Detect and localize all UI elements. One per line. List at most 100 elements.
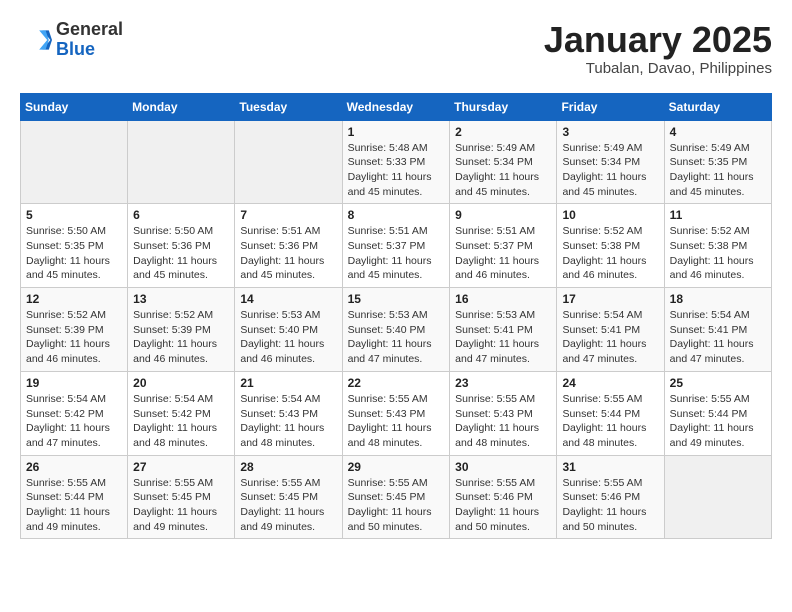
day-number: 8 <box>348 208 445 222</box>
calendar-cell <box>128 120 235 204</box>
calendar-cell: 1Sunrise: 5:48 AMSunset: 5:33 PMDaylight… <box>342 120 450 204</box>
day-number: 23 <box>455 376 551 390</box>
month-title: January 2025 <box>544 20 772 60</box>
day-number: 4 <box>670 125 766 139</box>
calendar-cell: 19 Sunrise: 5:54 AMSunset: 5:42 PMDayligh… <box>21 371 128 455</box>
calendar-cell: 7 Sunrise: 5:51 AMSunset: 5:36 PMDaylight… <box>235 204 342 288</box>
day-info: Sunrise: 5:55 AMSunset: 5:44 PMDaylight:… <box>26 476 122 535</box>
day-info: Sunrise: 5:51 AMSunset: 5:37 PMDaylight:… <box>455 224 551 283</box>
calendar-cell: 21 Sunrise: 5:54 AMSunset: 5:43 PMDayligh… <box>235 371 342 455</box>
day-info: Sunrise: 5:50 AMSunset: 5:35 PMDaylight:… <box>26 224 122 283</box>
calendar-cell <box>664 455 771 539</box>
day-number: 14 <box>240 292 336 306</box>
calendar-cell: 30 Sunrise: 5:55 AMSunset: 5:46 PMDayligh… <box>450 455 557 539</box>
weekday-header-monday: Monday <box>128 93 235 120</box>
week-row-2: 12 Sunrise: 5:52 AMSunset: 5:39 PMDayligh… <box>21 288 772 372</box>
calendar-cell: 23 Sunrise: 5:55 AMSunset: 5:43 PMDayligh… <box>450 371 557 455</box>
day-number: 10 <box>562 208 658 222</box>
day-number: 28 <box>240 460 336 474</box>
logo: General Blue <box>20 20 123 60</box>
calendar-cell: 25Sunrise: 5:55 AMSunset: 5:44 PMDayligh… <box>664 371 771 455</box>
day-number: 5 <box>26 208 122 222</box>
day-info: Sunrise: 5:55 AMSunset: 5:45 PMDaylight:… <box>348 476 445 535</box>
day-number: 20 <box>133 376 229 390</box>
day-number: 18 <box>670 292 766 306</box>
day-info: Sunrise: 5:55 AMSunset: 5:43 PMDaylight:… <box>348 392 445 451</box>
calendar-cell: 12 Sunrise: 5:52 AMSunset: 5:39 PMDayligh… <box>21 288 128 372</box>
calendar-cell: 17 Sunrise: 5:54 AMSunset: 5:41 PMDayligh… <box>557 288 664 372</box>
calendar-cell: 26 Sunrise: 5:55 AMSunset: 5:44 PMDayligh… <box>21 455 128 539</box>
day-info: Sunrise: 5:52 AMSunset: 5:38 PMDaylight:… <box>670 224 766 283</box>
day-info: Sunrise: 5:53 AMSunset: 5:41 PMDaylight:… <box>455 308 551 367</box>
day-info: Sunrise: 5:52 AMSunset: 5:39 PMDaylight:… <box>133 308 229 367</box>
day-info: Sunrise: 5:51 AMSunset: 5:36 PMDaylight:… <box>240 224 336 283</box>
day-info: Sunrise: 5:53 AMSunset: 5:40 PMDaylight:… <box>348 308 445 367</box>
day-info: Sunrise: 5:54 AMSunset: 5:43 PMDaylight:… <box>240 392 336 451</box>
weekday-row: SundayMondayTuesdayWednesdayThursdayFrid… <box>21 93 772 120</box>
calendar-cell: 15 Sunrise: 5:53 AMSunset: 5:40 PMDayligh… <box>342 288 450 372</box>
day-number: 31 <box>562 460 658 474</box>
location: Tubalan, Davao, Philippines <box>544 60 772 77</box>
day-number: 29 <box>348 460 445 474</box>
calendar-cell: 31 Sunrise: 5:55 AMSunset: 5:46 PMDayligh… <box>557 455 664 539</box>
weekday-header-wednesday: Wednesday <box>342 93 450 120</box>
day-info: Sunrise: 5:50 AMSunset: 5:36 PMDaylight:… <box>133 224 229 283</box>
day-info: Sunrise: 5:52 AMSunset: 5:39 PMDaylight:… <box>26 308 122 367</box>
day-number: 26 <box>26 460 122 474</box>
day-number: 21 <box>240 376 336 390</box>
calendar-cell: 20 Sunrise: 5:54 AMSunset: 5:42 PMDayligh… <box>128 371 235 455</box>
calendar-cell: 29 Sunrise: 5:55 AMSunset: 5:45 PMDayligh… <box>342 455 450 539</box>
day-number: 11 <box>670 208 766 222</box>
day-info: Sunrise: 5:54 AMSunset: 5:41 PMDaylight:… <box>562 308 658 367</box>
day-info: Sunrise: 5:55 AMSunset: 5:43 PMDaylight:… <box>455 392 551 451</box>
day-info: Sunrise: 5:51 AMSunset: 5:37 PMDaylight:… <box>348 224 445 283</box>
day-info: Sunrise: 5:55 AMSunset: 5:44 PMDaylight:… <box>562 392 658 451</box>
calendar-cell: 22Sunrise: 5:55 AMSunset: 5:43 PMDayligh… <box>342 371 450 455</box>
calendar-cell: 10 Sunrise: 5:52 AMSunset: 5:38 PMDayligh… <box>557 204 664 288</box>
day-info: Sunrise: 5:52 AMSunset: 5:38 PMDaylight:… <box>562 224 658 283</box>
day-info: Sunrise: 5:55 AMSunset: 5:45 PMDaylight:… <box>133 476 229 535</box>
logo-general-text: General <box>56 20 123 40</box>
logo-icon <box>20 24 52 56</box>
calendar-cell: 27 Sunrise: 5:55 AMSunset: 5:45 PMDayligh… <box>128 455 235 539</box>
day-number: 17 <box>562 292 658 306</box>
calendar-cell: 5 Sunrise: 5:50 AMSunset: 5:35 PMDaylight… <box>21 204 128 288</box>
calendar-header: SundayMondayTuesdayWednesdayThursdayFrid… <box>21 93 772 120</box>
calendar-table: SundayMondayTuesdayWednesdayThursdayFrid… <box>20 93 772 540</box>
week-row-1: 5 Sunrise: 5:50 AMSunset: 5:35 PMDaylight… <box>21 204 772 288</box>
day-number: 27 <box>133 460 229 474</box>
calendar-cell: 28 Sunrise: 5:55 AMSunset: 5:45 PMDayligh… <box>235 455 342 539</box>
weekday-header-sunday: Sunday <box>21 93 128 120</box>
day-number: 7 <box>240 208 336 222</box>
day-info: Sunrise: 5:55 AMSunset: 5:46 PMDaylight:… <box>455 476 551 535</box>
calendar-cell: 9 Sunrise: 5:51 AMSunset: 5:37 PMDaylight… <box>450 204 557 288</box>
title-area: January 2025 Tubalan, Davao, Philippines <box>544 20 772 77</box>
day-number: 12 <box>26 292 122 306</box>
day-number: 30 <box>455 460 551 474</box>
day-info: Sunrise: 5:55 AMSunset: 5:45 PMDaylight:… <box>240 476 336 535</box>
day-number: 9 <box>455 208 551 222</box>
calendar-cell: 8 Sunrise: 5:51 AMSunset: 5:37 PMDaylight… <box>342 204 450 288</box>
day-number: 1 <box>348 125 445 139</box>
day-info: Sunrise: 5:49 AMSunset: 5:34 PMDaylight:… <box>562 141 658 200</box>
calendar-cell <box>21 120 128 204</box>
weekday-header-thursday: Thursday <box>450 93 557 120</box>
day-info: Sunrise: 5:54 AMSunset: 5:42 PMDaylight:… <box>26 392 122 451</box>
day-number: 15 <box>348 292 445 306</box>
weekday-header-tuesday: Tuesday <box>235 93 342 120</box>
calendar-cell: 3Sunrise: 5:49 AMSunset: 5:34 PMDaylight… <box>557 120 664 204</box>
day-number: 6 <box>133 208 229 222</box>
day-number: 2 <box>455 125 551 139</box>
calendar-body: 1Sunrise: 5:48 AMSunset: 5:33 PMDaylight… <box>21 120 772 539</box>
week-row-3: 19 Sunrise: 5:54 AMSunset: 5:42 PMDayligh… <box>21 371 772 455</box>
calendar-cell: 4Sunrise: 5:49 AMSunset: 5:35 PMDaylight… <box>664 120 771 204</box>
day-number: 16 <box>455 292 551 306</box>
calendar-cell: 2Sunrise: 5:49 AMSunset: 5:34 PMDaylight… <box>450 120 557 204</box>
day-info: Sunrise: 5:54 AMSunset: 5:41 PMDaylight:… <box>670 308 766 367</box>
day-number: 19 <box>26 376 122 390</box>
calendar-cell: 24Sunrise: 5:55 AMSunset: 5:44 PMDayligh… <box>557 371 664 455</box>
day-info: Sunrise: 5:53 AMSunset: 5:40 PMDaylight:… <box>240 308 336 367</box>
day-info: Sunrise: 5:55 AMSunset: 5:46 PMDaylight:… <box>562 476 658 535</box>
day-info: Sunrise: 5:54 AMSunset: 5:42 PMDaylight:… <box>133 392 229 451</box>
page-header: General Blue January 2025 Tubalan, Davao… <box>20 20 772 77</box>
